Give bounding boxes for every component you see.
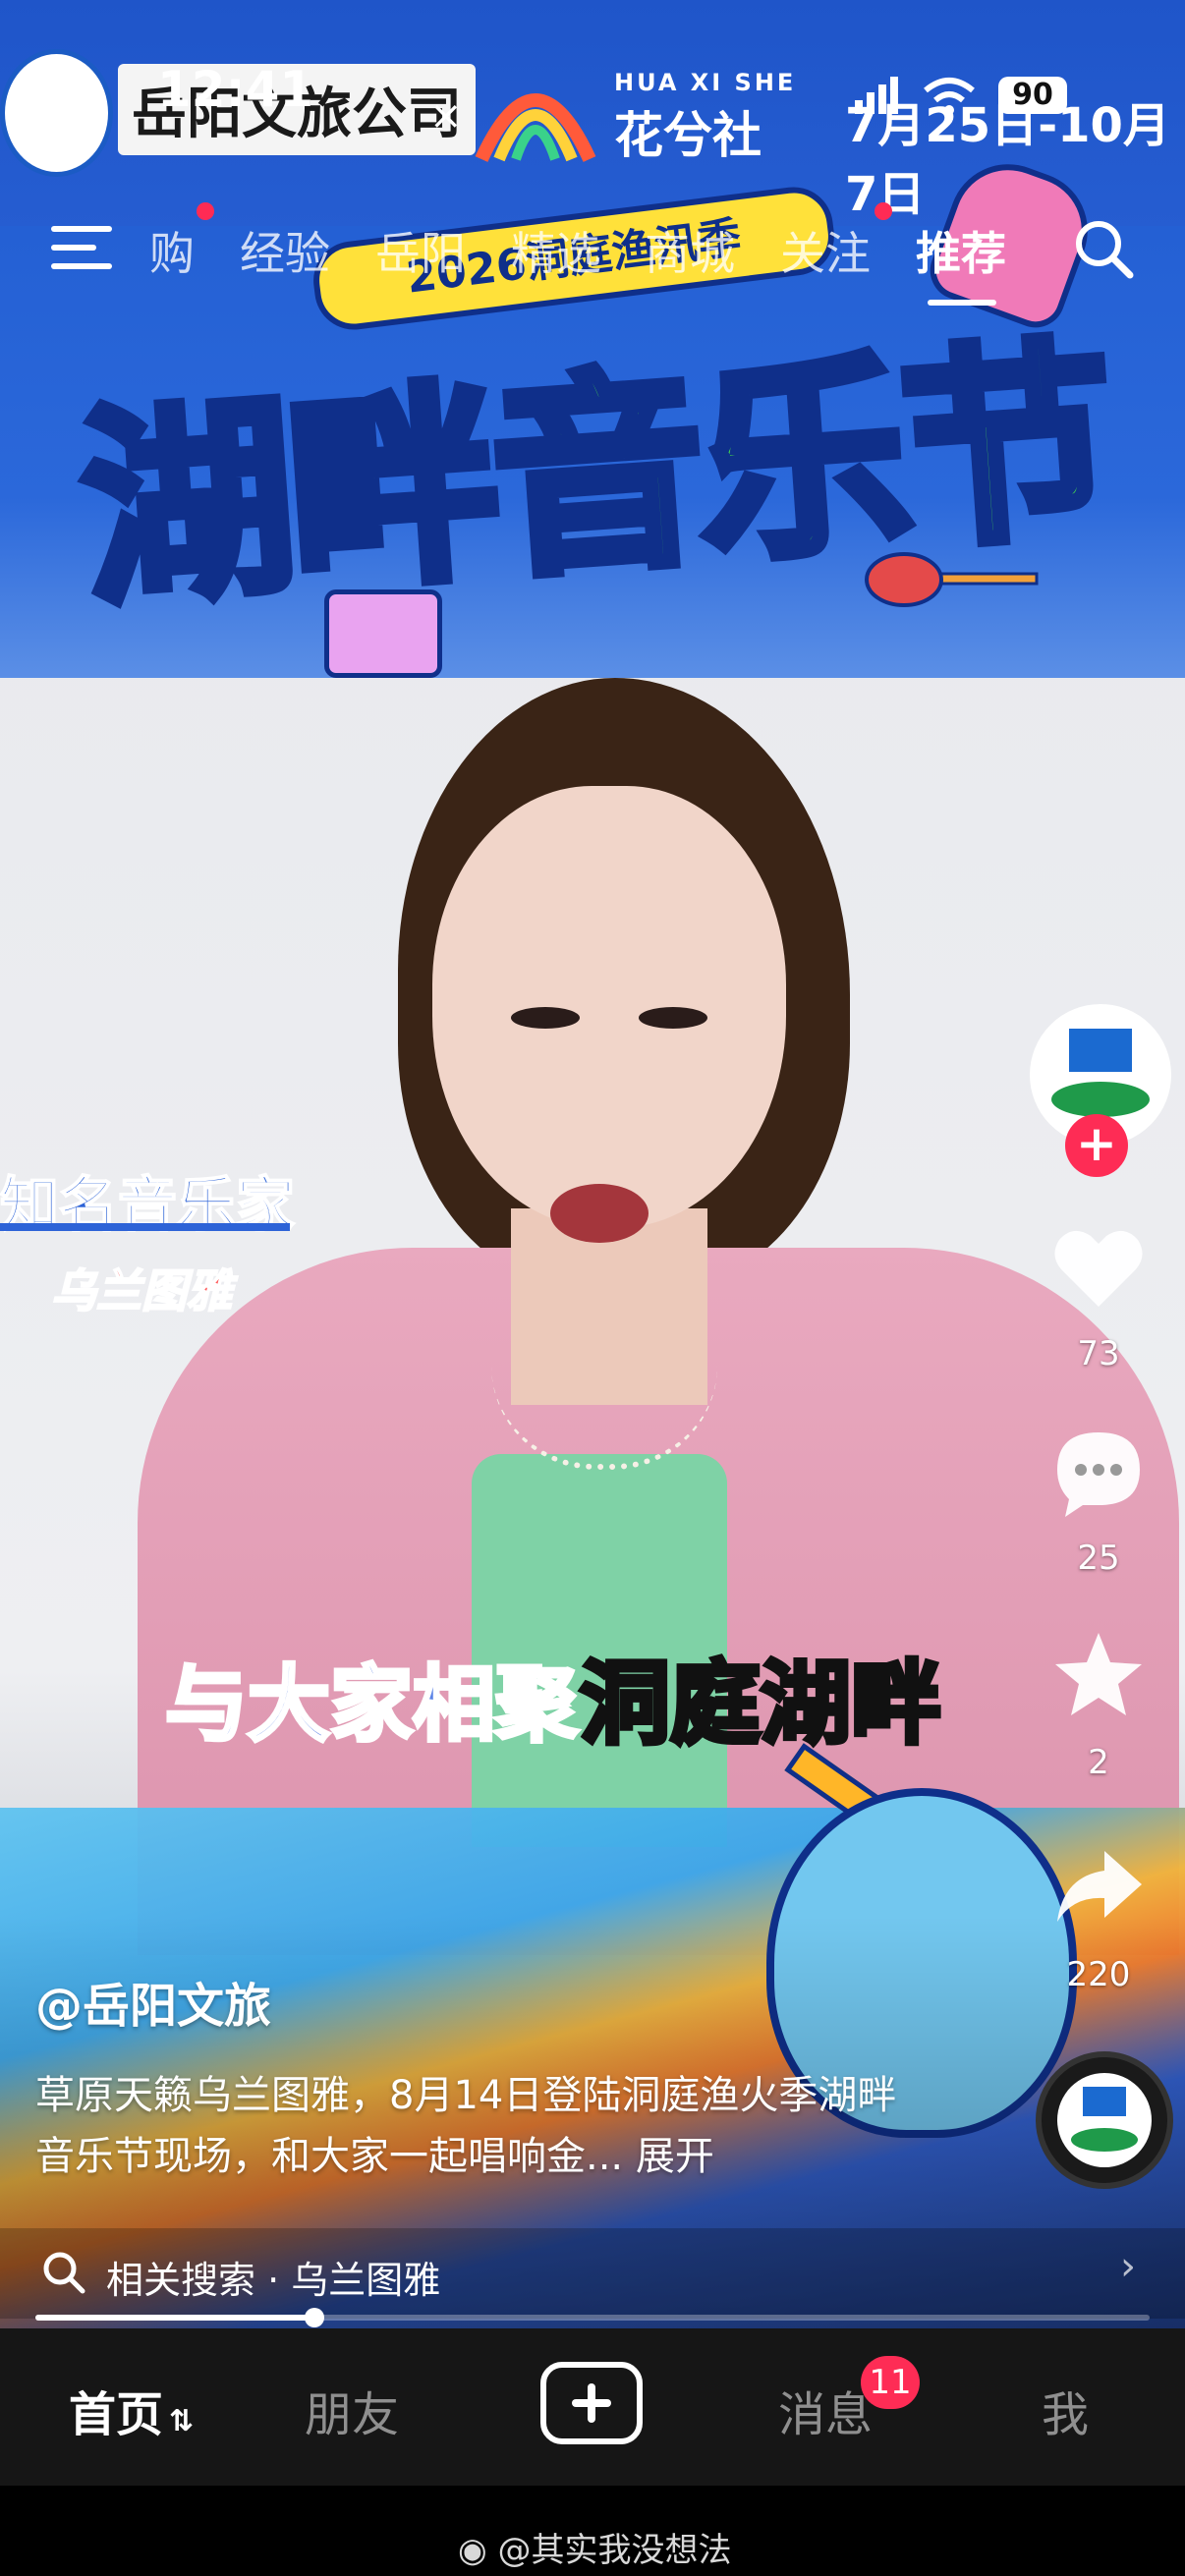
tab-home[interactable]: 首页 ⇅ — [69, 2376, 194, 2444]
tab-following[interactable]: 关注 — [780, 218, 871, 283]
watermark-text: @其实我没想法 — [497, 2531, 732, 2570]
post-description[interactable]: 草原天籁乌兰图雅，8月14日登陆洞庭渔火季湖畔音乐节现场，和大家一起唱响金...… — [35, 2065, 920, 2187]
status-bar: 岳阳文旅公司 12:41 × HUA XI SHE 花兮社 7月25日-10月7… — [0, 0, 1185, 222]
comment-count: 25 — [1077, 1539, 1120, 1578]
signal-icon — [855, 77, 898, 114]
share-icon[interactable] — [1049, 1837, 1148, 1935]
search-icon[interactable] — [1071, 216, 1136, 281]
swap-icon: ⇅ — [169, 2404, 195, 2438]
music-disc-logo-icon — [1057, 2073, 1152, 2167]
tab-me[interactable]: 我 — [1042, 2376, 1089, 2444]
subtitle-yellow: 洞庭湖畔 — [577, 1650, 943, 1760]
person-face — [432, 786, 786, 1228]
tab-recommended[interactable]: 推荐 — [916, 218, 1006, 283]
subtitle-blue: 与大家相聚 — [163, 1654, 580, 1755]
like-count: 73 — [1077, 1334, 1120, 1373]
author-name[interactable]: @岳阳文旅 — [35, 1967, 271, 2036]
progress-fill — [35, 2315, 314, 2321]
favorite-count: 2 — [1088, 1743, 1109, 1782]
weibo-watermark: ◉ @其实我没想法 — [458, 2523, 731, 2571]
tab-featured[interactable]: 精选 — [511, 218, 601, 283]
tab-following-dot — [875, 202, 892, 220]
related-search-text[interactable]: 相关搜索 · 乌兰图雅 — [106, 2250, 440, 2304]
caption-name: 乌兰图雅 — [50, 1263, 233, 1318]
partner-cn: 花兮社 — [614, 107, 762, 164]
person-lips — [550, 1184, 649, 1243]
tab-messages[interactable]: 消息 — [778, 2376, 873, 2444]
battery-indicator: 90 — [998, 77, 1067, 114]
radio-sticker — [324, 589, 442, 678]
wifi-icon — [924, 78, 975, 115]
plus-icon — [572, 2383, 611, 2423]
tab-yueyang[interactable]: 岳阳 — [375, 218, 466, 283]
weibo-icon: ◉ — [458, 2531, 487, 2570]
partner-en: HUA XI SHE — [614, 69, 797, 96]
partner-name: HUA XI SHE 花兮社 — [614, 69, 796, 167]
tab-experience[interactable]: 经验 — [240, 218, 330, 283]
menu-icon[interactable] — [51, 224, 112, 271]
chevron-right-icon: › — [1120, 2244, 1136, 2289]
tab-shop-dot — [197, 202, 214, 220]
share-count: 220 — [1066, 1955, 1131, 1994]
active-tab-indicator — [928, 300, 996, 306]
guitar-sticker — [865, 552, 1039, 607]
tab-friends[interactable]: 朋友 — [305, 2376, 399, 2444]
collab-times: × — [429, 93, 463, 139]
huaxishe-logo-icon — [475, 93, 596, 162]
like-icon[interactable] — [1049, 1218, 1148, 1316]
person-eye-left — [511, 1007, 580, 1029]
comment-icon[interactable] — [1049, 1423, 1148, 1521]
favorite-icon[interactable] — [1049, 1627, 1148, 1725]
messages-badge: 11 — [861, 2356, 920, 2409]
search-icon — [43, 2252, 85, 2294]
music-disc[interactable] — [1036, 2051, 1173, 2189]
status-time: 12:41 — [157, 61, 314, 118]
progress-knob[interactable] — [305, 2308, 324, 2327]
caption-underline — [0, 1223, 290, 1231]
create-button[interactable] — [540, 2362, 643, 2444]
tab-shop[interactable]: 购 — [149, 218, 195, 283]
yueyang-logo-icon — [0, 49, 113, 177]
tab-mall[interactable]: 商城 — [645, 218, 735, 283]
tab-home-label: 首页 — [69, 2387, 164, 2442]
follow-button[interactable]: + — [1065, 1114, 1128, 1177]
person-eye-right — [639, 1007, 707, 1029]
